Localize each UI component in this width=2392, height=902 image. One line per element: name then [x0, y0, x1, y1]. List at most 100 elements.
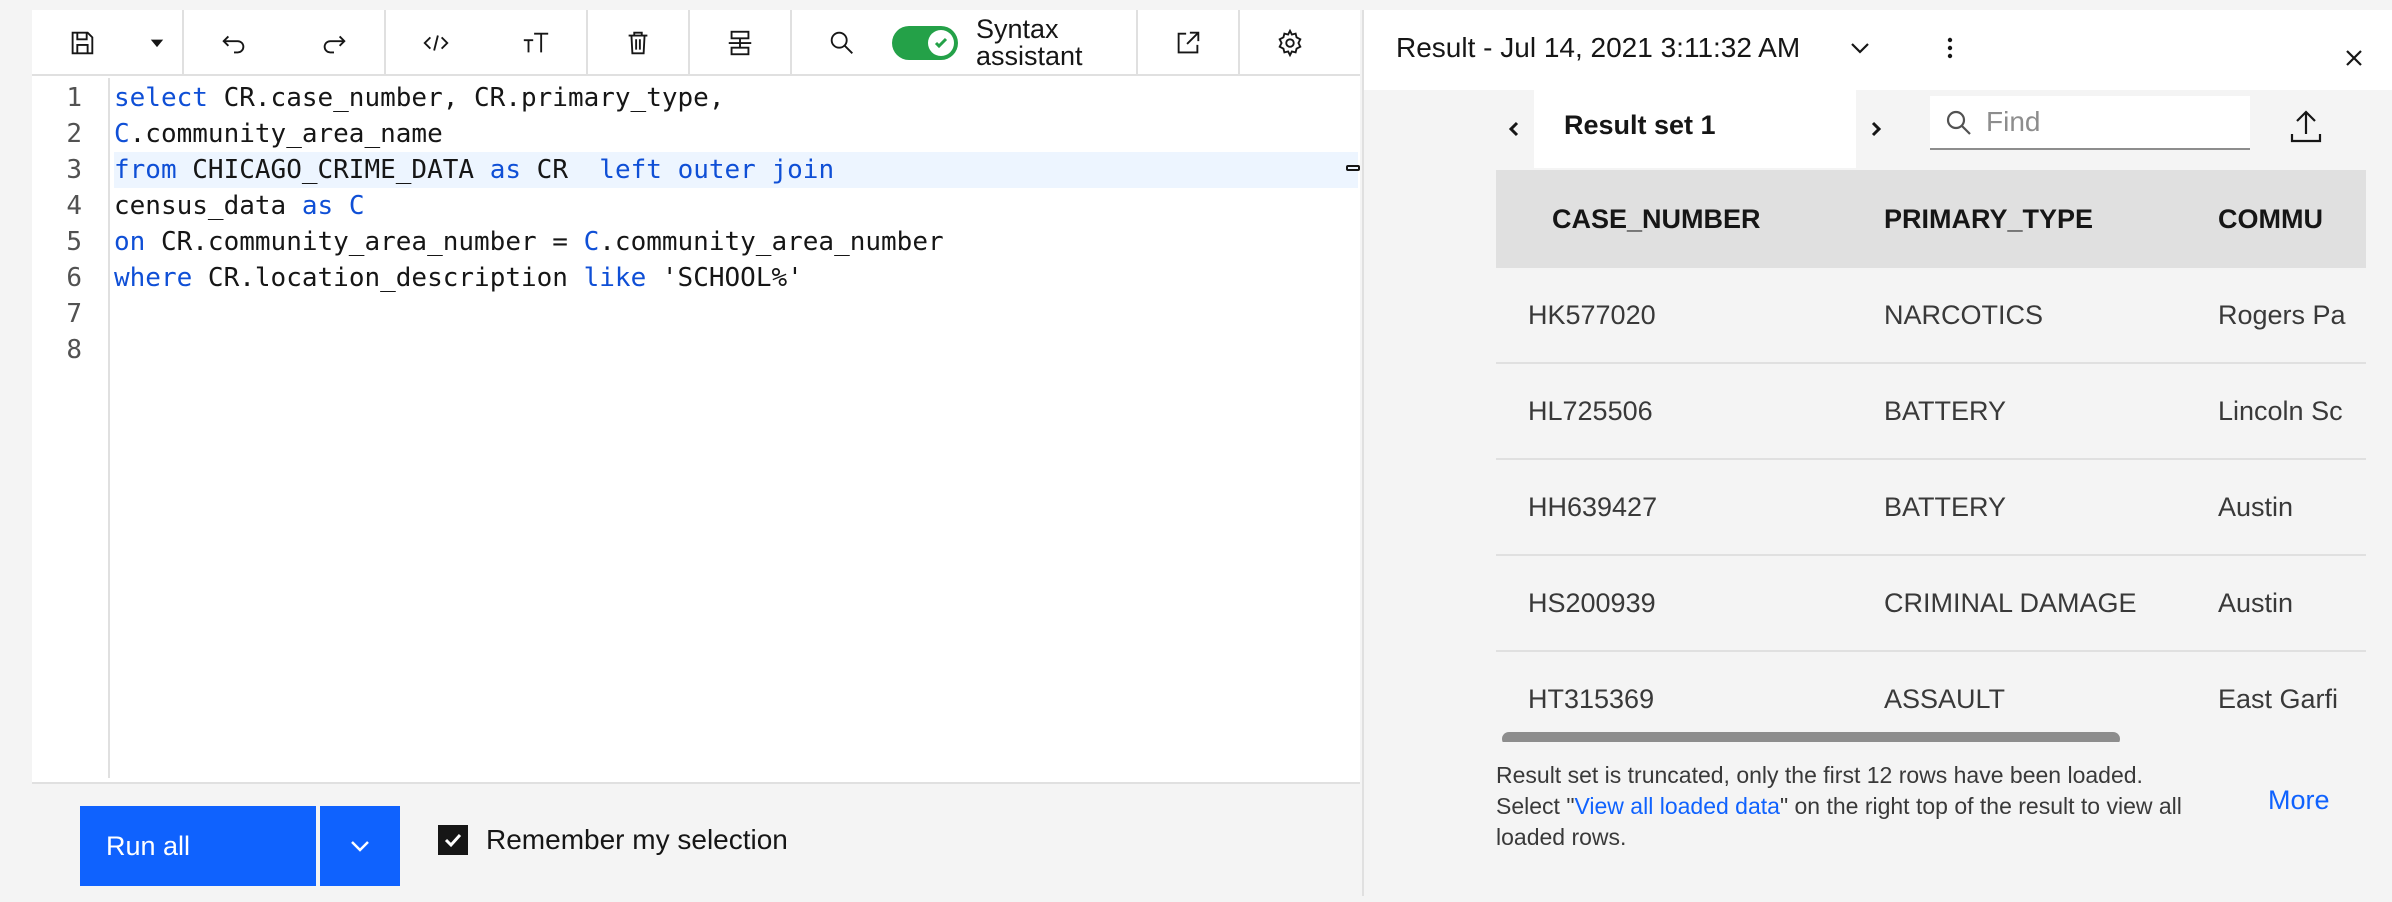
table-row[interactable]: HT315369 ASSAULT East Garfi: [1496, 652, 2366, 742]
table-row[interactable]: HL725506 BATTERY Lincoln Sc: [1496, 364, 2366, 460]
result-tabs: Result set 1: [1494, 90, 2392, 168]
line-number-gutter: 1 2 3 4 5 6 7 8: [32, 78, 110, 778]
toggle-knob: [928, 30, 954, 56]
code-snippet-button[interactable]: [386, 10, 486, 76]
table-cell: BATTERY: [1884, 492, 2007, 522]
chevron-left-icon: [1508, 121, 1519, 137]
column-header[interactable]: COMMU: [2218, 170, 2323, 268]
redo-icon: [323, 35, 346, 54]
run-all-button[interactable]: Run all: [80, 806, 316, 886]
more-link[interactable]: More: [2268, 785, 2330, 816]
sql-keyword: as: [301, 191, 334, 221]
tab-result-set-1[interactable]: Result set 1: [1534, 90, 1856, 168]
table-header: CASE_NUMBER PRIMARY_TYPE COMMU: [1496, 170, 2366, 268]
export-button[interactable]: [2286, 106, 2326, 146]
gear-icon: [1278, 28, 1302, 58]
code-line[interactable]: where CR.location_description like 'SCHO…: [114, 260, 1358, 296]
code-line[interactable]: [114, 296, 1358, 332]
table-cell: Rogers Pa: [2218, 300, 2346, 330]
settings-button[interactable]: [1240, 10, 1340, 76]
table-cell: HH639427: [1528, 492, 1658, 522]
table-row[interactable]: HS200939 CRIMINAL DAMAGE Austin: [1496, 556, 2366, 652]
undo-button[interactable]: [184, 10, 284, 76]
table-cell: HT315369: [1528, 684, 1655, 714]
code-line[interactable]: on CR.community_area_number = C.communit…: [114, 224, 1358, 260]
redo-button[interactable]: [284, 10, 384, 76]
overflow-menu-icon: [1947, 37, 1953, 59]
code-icon: [423, 35, 449, 51]
checkmark-icon: [444, 833, 462, 848]
table-cell: BATTERY: [1884, 396, 2007, 426]
sql-keyword: select: [114, 83, 208, 113]
checkmark-icon: [934, 37, 948, 49]
remember-selection-checkbox[interactable]: [438, 825, 468, 855]
syntax-assistant-toggle[interactable]: [892, 26, 958, 60]
run-options-dropdown-button[interactable]: [320, 806, 400, 886]
editor-pane: Syntax assistant 1 2 3 4 5 6 7 8 select CR.case…: [32, 10, 1360, 896]
result-pane: Result - Jul 14, 2021 3:11:32 AM Result …: [1362, 10, 2392, 896]
launch-icon: [1177, 31, 1200, 54]
sql-code-editor[interactable]: 1 2 3 4 5 6 7 8 select CR.case_number, CR.prima…: [32, 78, 1360, 778]
line-number: 8: [66, 335, 82, 365]
line-number: 5: [66, 227, 82, 257]
code-line[interactable]: from CHICAGO_CRIME_DATA as CR left outer…: [114, 152, 1358, 188]
result-overflow-menu-button[interactable]: [1932, 30, 1968, 66]
close-icon: [2346, 50, 2362, 66]
result-title: Result - Jul 14, 2021 3:11:32 AM: [1396, 32, 1801, 63]
save-button[interactable]: [32, 10, 132, 76]
table-row[interactable]: HH639427 BATTERY Austin: [1496, 460, 2366, 556]
format-group: [386, 10, 588, 76]
open-in-new-window-button[interactable]: [1138, 10, 1238, 76]
result-header: Result - Jul 14, 2021 3:11:32 AM: [1364, 10, 2392, 90]
delete-button[interactable]: [588, 10, 688, 76]
code-line[interactable]: C.community_area_name: [114, 116, 1358, 152]
history-group: [184, 10, 386, 76]
sql-keyword: C: [583, 227, 600, 257]
sql-text: CR.case_number, CR.primary_type,: [207, 83, 725, 113]
close-result-button[interactable]: [2336, 40, 2372, 76]
save-dropdown-button[interactable]: [132, 10, 182, 76]
syntax-assistant-toggle-group: Syntax assistant: [892, 10, 1138, 76]
chevron-right-icon: [1871, 121, 1882, 137]
sql-editor-screen: Syntax assistant 1 2 3 4 5 6 7 8 select CR.case…: [0, 0, 2392, 902]
column-header[interactable]: CASE_NUMBER: [1552, 170, 1761, 268]
code-line[interactable]: census_data as C: [114, 188, 1358, 224]
table-row[interactable]: HK577020 NARCOTICS Rogers Pa: [1496, 268, 2366, 364]
code-line[interactable]: select CR.case_number, CR.primary_type,: [114, 80, 1358, 116]
sql-text: CHICAGO_CRIME_DATA: [176, 155, 490, 185]
result-history-dropdown-button[interactable]: [1842, 30, 1878, 66]
table-cell: HK577020: [1528, 300, 1656, 330]
text-size-icon: [523, 32, 549, 53]
clear-group: [588, 10, 690, 76]
sql-keyword: on: [114, 227, 146, 257]
sql-keyword: C: [348, 191, 365, 221]
tab-scroll-left-button[interactable]: [1494, 90, 1534, 168]
sql-keyword: where: [114, 263, 193, 293]
truncation-notice-pre: Select ": [1496, 793, 1575, 819]
table-cell: HS200939: [1528, 588, 1656, 618]
line-number: 4: [66, 191, 82, 221]
column-header[interactable]: PRIMARY_TYPE: [1884, 170, 2093, 268]
editor-toolbar: Syntax assistant: [32, 10, 1360, 76]
horizontal-scrollbar[interactable]: [1502, 732, 2120, 742]
explain-plan-button[interactable]: [690, 10, 790, 76]
code-line[interactable]: [114, 332, 1358, 368]
text-size-button[interactable]: [486, 10, 586, 76]
line-number: 6: [66, 263, 82, 293]
remember-selection: Remember my selection: [438, 824, 788, 856]
view-all-loaded-data-link[interactable]: View all loaded data: [1574, 793, 1779, 819]
sql-text: .community_area_name: [129, 119, 443, 149]
find-input[interactable]: [1986, 106, 2236, 138]
run-bar: Run all Remember my selection: [32, 782, 1360, 896]
sql-keyword: from: [114, 155, 177, 185]
save-group: [32, 10, 184, 76]
search-group: [792, 10, 892, 76]
tab-scroll-right-button[interactable]: [1856, 90, 1896, 168]
table-cell: East Garfi: [2218, 684, 2339, 714]
sql-keyword: like: [583, 263, 647, 293]
search-button[interactable]: [792, 10, 892, 76]
table-cell: Austin: [2218, 492, 2294, 522]
trash-icon: [628, 31, 648, 55]
save-icon: [71, 31, 94, 55]
